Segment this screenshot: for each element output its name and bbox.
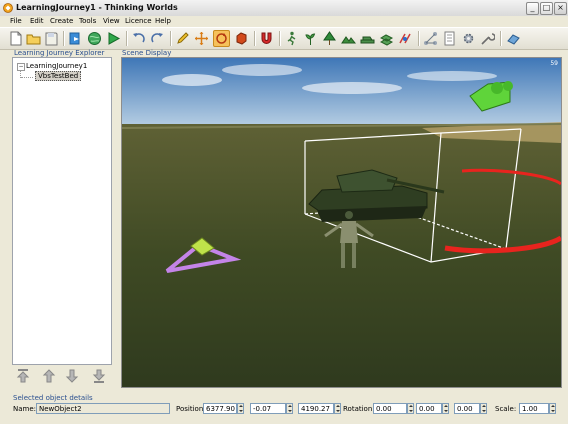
close-button[interactable]: × <box>554 2 567 15</box>
globe-icon[interactable] <box>87 31 102 46</box>
cloud <box>222 64 302 76</box>
move-to-bottom-icon <box>92 369 106 383</box>
rotation-label: Rotation: <box>343 405 375 413</box>
scale-spinner[interactable] <box>549 403 556 414</box>
tree-icon[interactable] <box>322 31 337 46</box>
undo-icon[interactable] <box>131 31 146 46</box>
rotation-y-spinner[interactable] <box>442 403 449 414</box>
tree-node-child-selected[interactable]: VbsTestBed <box>35 71 82 81</box>
rotation-x-spinner[interactable] <box>407 403 414 414</box>
move-icon[interactable] <box>194 31 209 46</box>
position-x-field[interactable]: 6377.90 <box>203 403 237 414</box>
rotate-icon[interactable] <box>213 30 230 47</box>
magnet-icon[interactable] <box>259 31 274 46</box>
menu-licence[interactable]: Licence <box>125 17 152 25</box>
move-down-icon <box>65 369 79 383</box>
position-y-spinner[interactable] <box>286 403 293 414</box>
network-icon[interactable] <box>423 31 438 46</box>
vehicle-icon[interactable] <box>360 31 375 46</box>
toolbar-separator <box>126 31 128 46</box>
save-icon[interactable] <box>44 31 59 46</box>
scene-display-viewport[interactable]: 59 <box>121 57 562 388</box>
menu-help[interactable]: Help <box>155 17 171 25</box>
window-title: LearningJourney1 - Thinking Worlds <box>16 3 178 12</box>
toolbar-separator <box>500 31 502 46</box>
minimize-button[interactable]: _ <box>526 2 539 15</box>
new-file-icon[interactable] <box>8 31 23 46</box>
scale-icon[interactable] <box>234 31 249 46</box>
fps-counter: 59 <box>550 60 558 67</box>
walk-icon[interactable] <box>284 31 299 46</box>
rotation-z-spinner[interactable] <box>480 403 487 414</box>
position-x-spinner[interactable] <box>237 403 244 414</box>
tree-node-root[interactable]: LearningJourney1 <box>26 62 87 70</box>
move-up-button[interactable] <box>40 367 58 385</box>
tree-connector <box>21 77 33 79</box>
move-to-top-icon <box>16 369 30 383</box>
cloud <box>302 82 402 94</box>
toolbar-separator <box>279 31 281 46</box>
rotation-x-field[interactable]: 0.00 <box>373 403 407 414</box>
move-to-top-button[interactable] <box>14 367 32 385</box>
open-folder-icon[interactable] <box>26 31 41 46</box>
scale-field[interactable]: 1.00 <box>519 403 549 414</box>
toolbar-separator <box>170 31 172 46</box>
position-y-field[interactable]: -0.07 <box>250 403 286 414</box>
scene-3d-render <box>122 58 561 387</box>
pencil-icon[interactable] <box>175 31 190 46</box>
rotation-z-field[interactable]: 0.00 <box>454 403 480 414</box>
details-panel-title: Selected object details <box>13 394 93 402</box>
toolbar-separator <box>254 31 256 46</box>
toolbar-separator <box>418 31 420 46</box>
position-z-spinner[interactable] <box>334 403 341 414</box>
learning-journey-explorer: − LearningJourney1 VbsTestBed <box>12 57 112 365</box>
link-icon[interactable] <box>398 31 413 46</box>
move-up-icon <box>42 369 56 383</box>
toolbar-separator <box>63 31 65 46</box>
settings-icon[interactable] <box>461 31 476 46</box>
scene-panel-title: Scene Display <box>122 49 172 57</box>
redo-icon[interactable] <box>150 31 165 46</box>
tool-icon[interactable] <box>480 31 495 46</box>
name-field[interactable]: NewObject2 <box>36 403 170 414</box>
plant-icon[interactable] <box>303 31 318 46</box>
import-icon[interactable] <box>68 31 83 46</box>
publish-icon[interactable] <box>506 31 521 46</box>
move-down-button[interactable] <box>63 367 81 385</box>
cloud <box>162 74 222 86</box>
menu-tools[interactable]: Tools <box>79 17 96 25</box>
move-to-bottom-button[interactable] <box>90 367 108 385</box>
maximize-button[interactable]: □ <box>540 2 553 15</box>
app-logo-icon <box>3 3 13 13</box>
position-z-field[interactable]: 4190.27 <box>298 403 334 414</box>
position-label: Position: <box>176 405 206 413</box>
main-toolbar <box>0 27 568 50</box>
explorer-panel-title: Learning Journey Explorer <box>14 49 105 57</box>
menu-view[interactable]: View <box>103 17 120 25</box>
document-icon[interactable] <box>442 31 457 46</box>
title-bar: LearningJourney1 - Thinking Worlds _ □ × <box>0 0 568 17</box>
name-label: Name: <box>13 405 37 413</box>
play-icon[interactable] <box>106 31 121 46</box>
menu-file[interactable]: File <box>10 17 22 25</box>
cloud <box>407 71 497 81</box>
menu-edit[interactable]: Edit <box>30 17 44 25</box>
menu-bar: File Edit Create Tools View Licence Help <box>0 16 568 27</box>
terrain-icon[interactable] <box>341 31 356 46</box>
menu-create[interactable]: Create <box>50 17 73 25</box>
scale-label: Scale: <box>495 405 517 413</box>
rotation-y-field[interactable]: 0.00 <box>416 403 442 414</box>
stack-icon[interactable] <box>379 31 394 46</box>
